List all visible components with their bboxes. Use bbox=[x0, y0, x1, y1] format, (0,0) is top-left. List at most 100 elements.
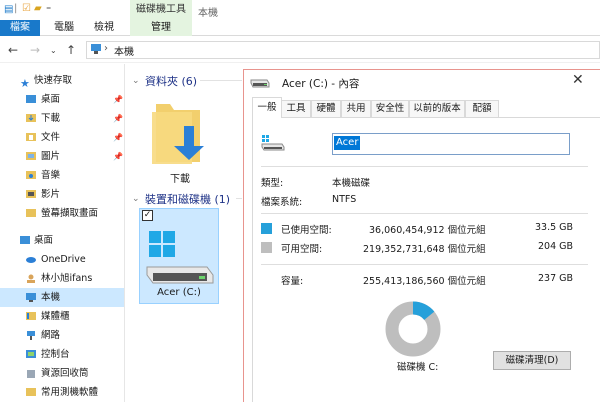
nav-item-this-pc[interactable]: 本機 bbox=[0, 288, 124, 307]
separator-icon: | bbox=[14, 3, 18, 14]
drive-tools-header: 磁碟機工具 bbox=[130, 0, 192, 20]
pane-divider[interactable] bbox=[124, 64, 125, 402]
tab-security[interactable]: 安全性 bbox=[371, 100, 409, 117]
breadcrumb-chevron-icon: › bbox=[104, 43, 108, 54]
download-folder-label: 下載 bbox=[170, 174, 190, 185]
tab-previous-versions[interactable]: 以前的版本 bbox=[409, 100, 465, 117]
group-divider bbox=[200, 80, 242, 81]
divider bbox=[261, 213, 588, 214]
title-bar bbox=[0, 0, 600, 20]
tab-manage[interactable]: 管理 bbox=[130, 20, 192, 36]
used-space-label: 已使用空間: bbox=[281, 225, 332, 236]
pin-icon[interactable]: 📌 bbox=[113, 109, 123, 128]
free-space-label: 可用空間: bbox=[281, 244, 323, 255]
nav-label: 常用測機軟體 bbox=[41, 387, 99, 398]
pin-icon[interactable]: 📌 bbox=[113, 128, 123, 147]
pin-icon[interactable]: 📌 bbox=[113, 147, 123, 166]
nav-label: 快速存取 bbox=[34, 75, 73, 86]
address-bar[interactable] bbox=[86, 41, 600, 59]
divider bbox=[261, 166, 588, 167]
nav-item-documents[interactable]: 文件 📌 bbox=[0, 128, 124, 147]
divider bbox=[261, 264, 588, 265]
collapse-chevron-icon[interactable]: ⌄ bbox=[132, 194, 140, 204]
free-space-swatch bbox=[261, 242, 272, 253]
drive-large-icon bbox=[261, 135, 285, 154]
nav-label: 媒體櫃 bbox=[41, 311, 70, 322]
this-pc-icon bbox=[90, 44, 102, 54]
nav-item-desktop[interactable]: 桌面 📌 bbox=[0, 90, 124, 109]
dialog-title: Acer (C:) - 內容 bbox=[282, 78, 360, 90]
nav-label: OneDrive bbox=[41, 254, 86, 265]
new-folder-icon[interactable]: ▰ bbox=[34, 3, 42, 15]
nav-label: 影片 bbox=[41, 189, 61, 200]
onedrive-icon bbox=[26, 257, 36, 263]
recent-locations-icon[interactable]: ⌄ bbox=[50, 46, 57, 55]
this-pc-icon bbox=[26, 293, 36, 302]
nav-label: 網路 bbox=[41, 330, 61, 341]
tab-computer[interactable]: 電腦 bbox=[48, 20, 80, 36]
nav-label: 文件 bbox=[41, 132, 61, 143]
recycle-bin-icon bbox=[27, 370, 35, 378]
tab-general[interactable]: 一般 bbox=[252, 97, 282, 118]
tab-sharing[interactable]: 共用 bbox=[341, 100, 371, 117]
breadcrumb-this-pc[interactable]: 本機 bbox=[114, 43, 134, 58]
nav-label: 林小旭ifans bbox=[41, 273, 93, 284]
downloads-folder-icon bbox=[26, 114, 36, 122]
nav-label: 螢幕擷取畫面 bbox=[41, 208, 99, 219]
tab-quota[interactable]: 配額 bbox=[465, 100, 499, 117]
nav-quick-access[interactable]: ★ 快速存取 bbox=[0, 71, 124, 90]
capacity-bytes: 255,413,186,560 個位元組 bbox=[363, 276, 486, 287]
nav-item-screenshots[interactable]: 螢幕擷取畫面 bbox=[0, 204, 124, 223]
collapse-chevron-icon[interactable]: ⌄ bbox=[132, 76, 140, 86]
drives-group-header[interactable]: 裝置和磁碟機 (1) bbox=[145, 191, 230, 207]
forward-icon[interactable]: → bbox=[30, 43, 40, 57]
filesystem-value: NTFS bbox=[332, 194, 357, 205]
user-icon bbox=[27, 274, 35, 283]
music-folder-icon bbox=[26, 171, 36, 179]
navigation-pane: ★ 快速存取 桌面 📌 下載 📌 文件 📌 圖片 📌 音樂 影片 螢幕擷取畫面 … bbox=[0, 64, 124, 402]
close-icon[interactable]: ✕ bbox=[572, 72, 584, 88]
tab-hardware[interactable]: 硬體 bbox=[311, 100, 341, 117]
nav-item-downloads[interactable]: 下載 📌 bbox=[0, 109, 124, 128]
windows-drive-icon bbox=[146, 231, 214, 284]
selection-checkbox[interactable]: ✓ bbox=[142, 210, 153, 221]
nav-item-user[interactable]: 林小旭ifans bbox=[0, 269, 124, 288]
folders-group-header[interactable]: 資料夾 (6) bbox=[145, 73, 197, 89]
nav-item-desktop-root[interactable]: 桌面 bbox=[0, 231, 124, 250]
nav-item-control-panel[interactable]: 控制台 bbox=[0, 345, 124, 364]
nav-label: 資源回收筒 bbox=[41, 368, 89, 379]
download-folder-item[interactable]: 下載 bbox=[146, 98, 214, 185]
tab-tools[interactable]: 工具 bbox=[281, 100, 311, 117]
drive-c-label: Acer (C:) bbox=[157, 287, 201, 298]
tab-file[interactable]: 檔案 bbox=[0, 20, 40, 36]
drive-name-input[interactable] bbox=[332, 133, 570, 155]
properties-icon[interactable]: ☑ bbox=[22, 3, 31, 15]
nav-item-pictures[interactable]: 圖片 📌 bbox=[0, 147, 124, 166]
nav-item-onedrive[interactable]: OneDrive bbox=[0, 250, 124, 269]
nav-item-network[interactable]: 網路 bbox=[0, 326, 124, 345]
tab-view[interactable]: 檢視 bbox=[88, 20, 120, 36]
nav-label: 桌面 bbox=[41, 94, 61, 105]
nav-item-videos[interactable]: 影片 bbox=[0, 185, 124, 204]
folder-icon bbox=[26, 209, 36, 217]
app-icon: ▤ bbox=[4, 4, 14, 15]
used-space-swatch bbox=[261, 223, 272, 234]
nav-item-libraries[interactable]: 媒體櫃 bbox=[0, 307, 124, 326]
drive-c-item[interactable]: ✓ Acer (C:) bbox=[139, 208, 219, 304]
documents-folder-icon bbox=[26, 133, 36, 141]
nav-label: 本機 bbox=[41, 292, 61, 303]
up-icon[interactable]: ↑ bbox=[66, 43, 76, 57]
desktop-icon bbox=[20, 236, 30, 244]
drive-name-value[interactable]: Acer bbox=[334, 136, 361, 150]
type-value: 本機磁碟 bbox=[332, 178, 371, 189]
type-label: 類型: bbox=[261, 178, 284, 189]
nav-label: 音樂 bbox=[41, 170, 61, 181]
capacity-gb: 237 GB bbox=[538, 273, 574, 284]
back-icon[interactable]: ← bbox=[8, 43, 18, 57]
nav-item-tools-folder[interactable]: 常用測機軟體 bbox=[0, 383, 124, 402]
nav-item-music[interactable]: 音樂 bbox=[0, 166, 124, 185]
customize-qat-icon[interactable]: ₌ bbox=[46, 2, 51, 14]
pin-icon[interactable]: 📌 bbox=[113, 90, 123, 109]
nav-item-recycle-bin[interactable]: 資源回收筒 bbox=[0, 364, 124, 383]
disk-cleanup-button[interactable]: 磁碟清理(D) bbox=[493, 351, 571, 370]
